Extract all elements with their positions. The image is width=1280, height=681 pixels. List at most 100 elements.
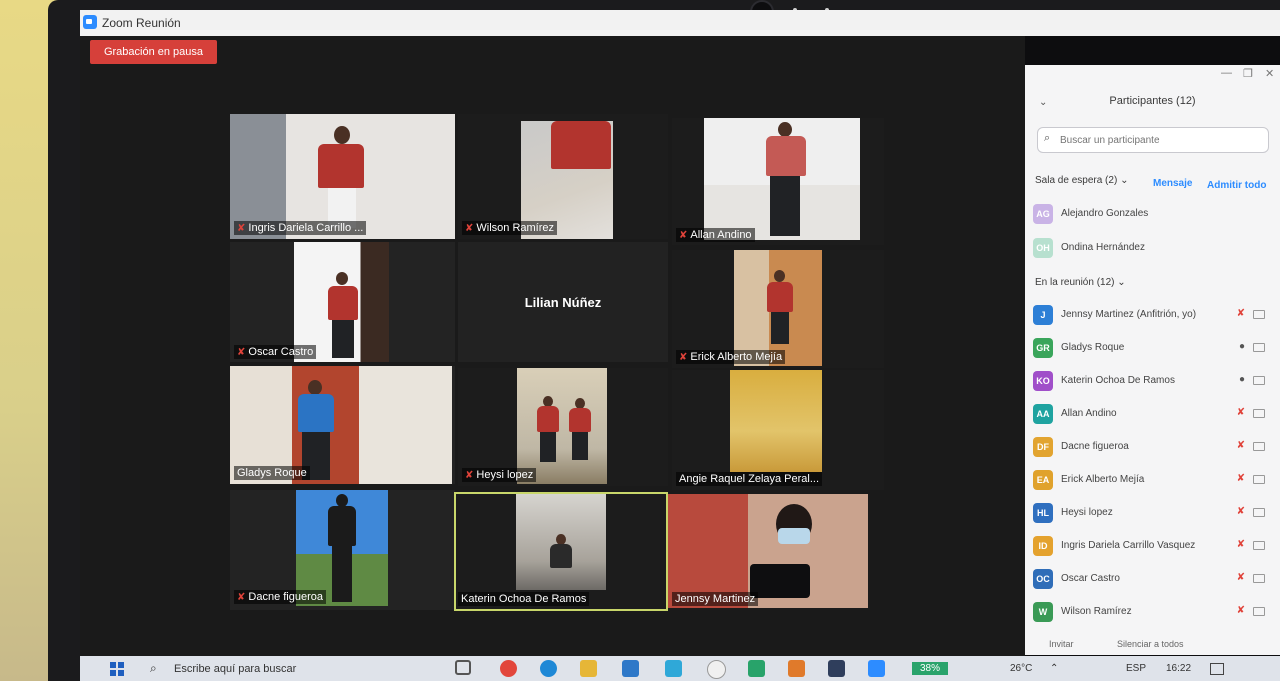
waiting-participant-row[interactable]: AG Alejandro Gonzales [1033,202,1269,226]
video-tile[interactable]: ✘ Allan Andino [672,118,884,245]
zoom-taskbar-icon[interactable] [868,660,885,677]
avatar: J [1033,305,1053,325]
video-tile[interactable]: Gladys Roque [230,366,455,484]
panel-title: Participantes (12) [1109,95,1196,107]
file-explorer-icon[interactable] [580,660,597,677]
muted-mic-icon[interactable]: ✘ [1237,407,1245,418]
muted-mic-icon: ✘ [465,223,474,234]
avatar: EA [1033,470,1053,490]
taskbar-search[interactable]: ⌕ Escribe aquí para buscar [140,658,420,679]
participant-row[interactable]: KO Katerin Ochoa De Ramos ● [1033,369,1269,393]
app-l-icon[interactable] [665,660,682,677]
mic-icon[interactable]: ● [1239,374,1245,385]
video-tile[interactable]: ✘ Ingris Dariela Carrillo ... [230,114,455,239]
video-tile[interactable]: ✘ Oscar Castro [230,242,455,362]
admit-all-button[interactable]: Admitir todo [1207,180,1266,191]
in-meeting-header[interactable]: En la reunión (12) ⌄ [1035,277,1126,288]
participant-row[interactable]: HL Heysi lopez ✘ [1033,501,1269,525]
video-tile[interactable]: ✘ Erick Alberto Mejía [672,250,884,368]
video-tile[interactable]: ✘ Heysi lopez [458,368,668,486]
participant-name: Ondina Hernández [1061,242,1145,253]
waiting-participant-row[interactable]: OH Ondina Hernández [1033,236,1269,260]
clock-time[interactable]: 16:22 [1166,663,1191,674]
chevron-up-icon[interactable]: ⌃ [1050,663,1058,674]
avatar: AG [1033,204,1053,224]
muted-mic-icon[interactable]: ✘ [1237,539,1245,550]
window-title: Zoom Reunión [102,16,181,30]
search-input[interactable] [1058,131,1262,149]
participant-row[interactable]: J Jennsy Martinez (Anfitrión, yo) ✘ [1033,303,1269,327]
video-off-icon[interactable] [1253,574,1265,583]
mic-icon[interactable]: ● [1239,341,1245,352]
participant-name: Dacne figueroa [1061,441,1129,452]
participant-row[interactable]: ID Ingris Dariela Carrillo Vasquez ✘ [1033,534,1269,558]
video-off-icon[interactable] [1253,475,1265,484]
muted-mic-icon[interactable]: ✘ [1237,572,1245,583]
video-off-icon[interactable] [1253,508,1265,517]
edge-icon[interactable] [540,660,557,677]
participant-row[interactable]: W Wilson Ramírez ✘ [1033,600,1269,624]
participant-row[interactable]: OC Oscar Castro ✘ [1033,567,1269,591]
video-feed [734,250,822,366]
video-off-icon[interactable] [1253,376,1265,385]
weather-temperature[interactable]: 26°C [1010,663,1032,674]
video-tile[interactable]: ✘ Wilson Ramírez [458,114,668,239]
participant-name: Gladys Roque [1061,342,1125,353]
task-view-icon[interactable] [455,660,471,675]
app-icon[interactable] [788,660,805,677]
chrome-icon[interactable] [500,660,517,677]
recording-paused-button[interactable]: Grabación en pausa [90,40,217,64]
video-feed [516,494,606,590]
participant-name: Heysi lopez [1061,507,1113,518]
participant-search[interactable]: ⌕ [1037,127,1269,153]
muted-mic-icon[interactable]: ✘ [1237,506,1245,517]
avatar: GR [1033,338,1053,358]
camtasia-icon[interactable] [748,660,765,677]
windows-taskbar: ⌕ Escribe aquí para buscar 38% 26°C ⌃ ES… [80,656,1280,681]
message-button[interactable]: Mensaje [1153,178,1192,189]
video-tile[interactable]: ✘ Dacne figueroa [230,490,455,610]
muted-mic-icon[interactable]: ✘ [1237,440,1245,451]
participant-name: Oscar Castro [1061,573,1120,584]
video-off-icon[interactable] [1253,442,1265,451]
mail-icon[interactable] [622,660,639,677]
windows-start-icon[interactable] [110,662,124,676]
participant-row[interactable]: GR Gladys Roque ● [1033,336,1269,360]
video-tile[interactable]: Lilian Núñez [458,242,668,362]
video-off-icon[interactable] [1253,607,1265,616]
muted-mic-icon[interactable]: ✘ [1237,473,1245,484]
participant-name: Ingris Dariela Carrillo Vasquez [1061,540,1196,551]
video-off-icon[interactable] [1253,343,1265,352]
muted-mic-icon: ✘ [237,592,246,603]
video-off-icon[interactable] [1253,541,1265,550]
battery-indicator[interactable]: 38% [912,662,948,675]
avatar: AA [1033,404,1053,424]
waiting-room-header[interactable]: Sala de espera (2) ⌄ [1035,175,1128,186]
mute-all-button[interactable]: Silenciar a todos [1117,639,1184,649]
muted-mic-icon[interactable]: ✘ [1237,308,1245,319]
invite-button[interactable]: Invitar [1049,639,1074,649]
maximize-icon[interactable]: ❐ [1243,67,1253,80]
app-icon[interactable] [828,660,845,677]
chevron-down-icon: ⌄ [1117,277,1126,288]
participant-name-display: Lilian Núñez [524,294,602,310]
video-tile-active-speaker[interactable]: Katerin Ochoa De Ramos [454,492,668,611]
close-icon[interactable]: ✕ [1265,67,1274,80]
title-bar: Zoom Reunión [80,10,1280,36]
app-icon[interactable] [707,660,726,679]
muted-mic-icon: ✘ [679,352,688,363]
video-off-icon[interactable] [1253,409,1265,418]
participant-row[interactable]: AA Allan Andino ✘ [1033,402,1269,426]
video-feed [704,118,860,240]
muted-mic-icon: ✘ [237,223,246,234]
tile-name-label: Katerin Ochoa De Ramos [458,592,590,606]
video-tile[interactable]: Angie Raquel Zelaya Peral... [672,370,884,490]
minimize-icon[interactable]: — [1221,67,1232,79]
video-tile[interactable]: Jennsy Martinez [668,494,870,610]
video-off-icon[interactable] [1253,310,1265,319]
participant-row[interactable]: EA Erick Alberto Mejía ✘ [1033,468,1269,492]
language-indicator[interactable]: ESP [1126,663,1146,674]
notification-icon[interactable] [1210,663,1224,675]
participant-row[interactable]: DF Dacne figueroa ✘ [1033,435,1269,459]
muted-mic-icon[interactable]: ✘ [1237,605,1245,616]
